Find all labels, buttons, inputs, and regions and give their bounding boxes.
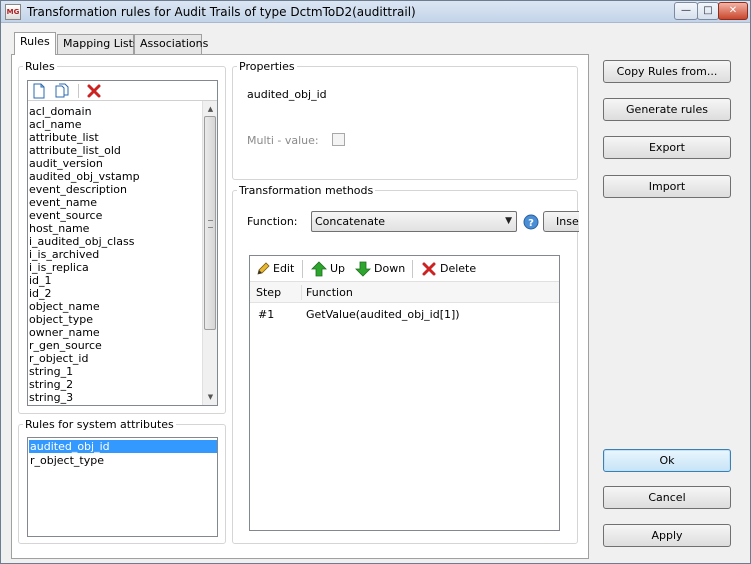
list-item[interactable]: attribute_list_old [28, 144, 202, 157]
list-item[interactable]: i_audited_obj_class [28, 235, 202, 248]
toolbar-separator [78, 84, 79, 98]
list-item[interactable]: object_type [28, 313, 202, 326]
list-item[interactable]: owner_name [28, 326, 202, 339]
help-icon[interactable]: ? [523, 214, 539, 230]
generate-rules-button[interactable]: Generate rules [603, 98, 731, 121]
pencil-icon [257, 262, 270, 275]
system-rules-listbox[interactable]: audited_obj_id r_object_type [27, 437, 218, 537]
apply-button[interactable]: Apply [603, 524, 731, 547]
ok-button[interactable]: Ok [603, 449, 731, 472]
list-item[interactable]: r_object_id [28, 352, 202, 365]
copy-rule-icon[interactable] [54, 83, 70, 99]
rules-list: acl_domain acl_name attribute_list attribut… [28, 105, 202, 404]
list-item[interactable]: attribute_list [28, 131, 202, 144]
list-item[interactable]: object_name [28, 300, 202, 313]
svg-text:?: ? [528, 218, 534, 229]
rules-scrollbar[interactable]: ▲ ▼ [202, 101, 217, 405]
chevron-down-icon: ▼ [505, 216, 512, 226]
list-item[interactable]: audited_obj_vstamp [28, 170, 202, 183]
import-button[interactable]: Import [603, 175, 731, 198]
scroll-thumb[interactable] [204, 116, 216, 330]
tab-rules[interactable]: Rules [14, 32, 56, 55]
transformation-group-legend: Transformation methods [239, 184, 374, 197]
toolbar-separator [302, 260, 303, 278]
functions-table-header: Step Function [250, 282, 559, 303]
column-header-step[interactable]: Step [256, 286, 281, 299]
arrow-down-icon [355, 261, 371, 277]
row-step: #1 [258, 308, 275, 321]
list-item[interactable]: i_is_replica [28, 261, 202, 274]
list-item[interactable]: acl_domain [28, 105, 202, 118]
up-label: Up [330, 262, 346, 275]
arrow-up-icon [311, 261, 327, 277]
functions-table: Edit Up Down Delete Step Function #1 Get… [249, 255, 560, 531]
list-item[interactable]: id_2 [28, 287, 202, 300]
multi-value-label: Multi - value: [247, 134, 319, 147]
list-item[interactable]: r_object_type [29, 454, 217, 467]
delete-rule-icon[interactable] [86, 83, 102, 99]
insert-button[interactable]: Inse [543, 211, 579, 232]
list-item[interactable]: r_gen_source [28, 339, 202, 352]
function-label: Function: [247, 215, 298, 228]
close-button[interactable]: ✕ [718, 2, 748, 20]
table-row[interactable]: #1 GetValue(audited_obj_id[1]) [250, 304, 559, 324]
copy-rules-button[interactable]: Copy Rules from... [603, 60, 731, 83]
minimize-button[interactable]: — [674, 2, 698, 20]
system-rules-group-legend: Rules for system attributes [25, 418, 174, 431]
list-item[interactable]: audit_version [28, 157, 202, 170]
new-rule-icon[interactable] [31, 83, 47, 99]
delete-label: Delete [440, 262, 477, 275]
app-icon: MG [5, 4, 21, 20]
list-item[interactable]: audited_obj_id [29, 440, 217, 453]
toolbar-separator [412, 260, 413, 278]
edit-label: Edit [273, 262, 295, 275]
list-item[interactable]: i_is_archived [28, 248, 202, 261]
list-item[interactable]: string_1 [28, 365, 202, 378]
multi-value-checkbox[interactable] [332, 133, 345, 146]
tab-mapping-lists[interactable]: Mapping Lists [57, 34, 139, 54]
list-item[interactable]: string_2 [28, 378, 202, 391]
window-title: Transformation rules for Audit Trails of… [27, 5, 416, 19]
tab-associations[interactable]: Associations [134, 34, 208, 54]
row-function: GetValue(audited_obj_id[1]) [306, 308, 460, 321]
rules-listbox[interactable]: acl_domain acl_name attribute_list attribut… [27, 80, 218, 406]
function-select[interactable]: Concatenate ▼ [311, 211, 517, 232]
dialog-window: MG Transformation rules for Audit Trails… [0, 0, 751, 564]
list-item[interactable]: id_1 [28, 274, 202, 287]
export-button[interactable]: Export [603, 136, 731, 159]
delete-icon [422, 262, 436, 276]
list-item[interactable]: event_name [28, 196, 202, 209]
list-item[interactable]: acl_name [28, 118, 202, 131]
functions-toolbar: Edit Up Down Delete [250, 256, 559, 282]
list-item[interactable]: string_3 [28, 391, 202, 404]
properties-group-legend: Properties [239, 60, 295, 73]
properties-group: Properties [232, 60, 578, 180]
list-item[interactable]: event_source [28, 209, 202, 222]
function-select-value: Concatenate [315, 215, 386, 228]
scroll-up-arrow-icon[interactable]: ▲ [203, 102, 217, 116]
maximize-button[interactable]: □ [697, 2, 719, 20]
scroll-down-arrow-icon[interactable]: ▼ [203, 390, 217, 404]
rules-toolbar [28, 81, 217, 101]
title-bar[interactable]: MG Transformation rules for Audit Trails… [1, 1, 750, 23]
column-header-function[interactable]: Function [306, 286, 353, 299]
list-item[interactable]: event_description [28, 183, 202, 196]
down-label: Down [374, 262, 406, 275]
rules-group-legend: Rules [25, 60, 55, 73]
list-item[interactable]: host_name [28, 222, 202, 235]
attribute-name-label: audited_obj_id [247, 88, 327, 101]
cancel-button[interactable]: Cancel [603, 486, 731, 509]
